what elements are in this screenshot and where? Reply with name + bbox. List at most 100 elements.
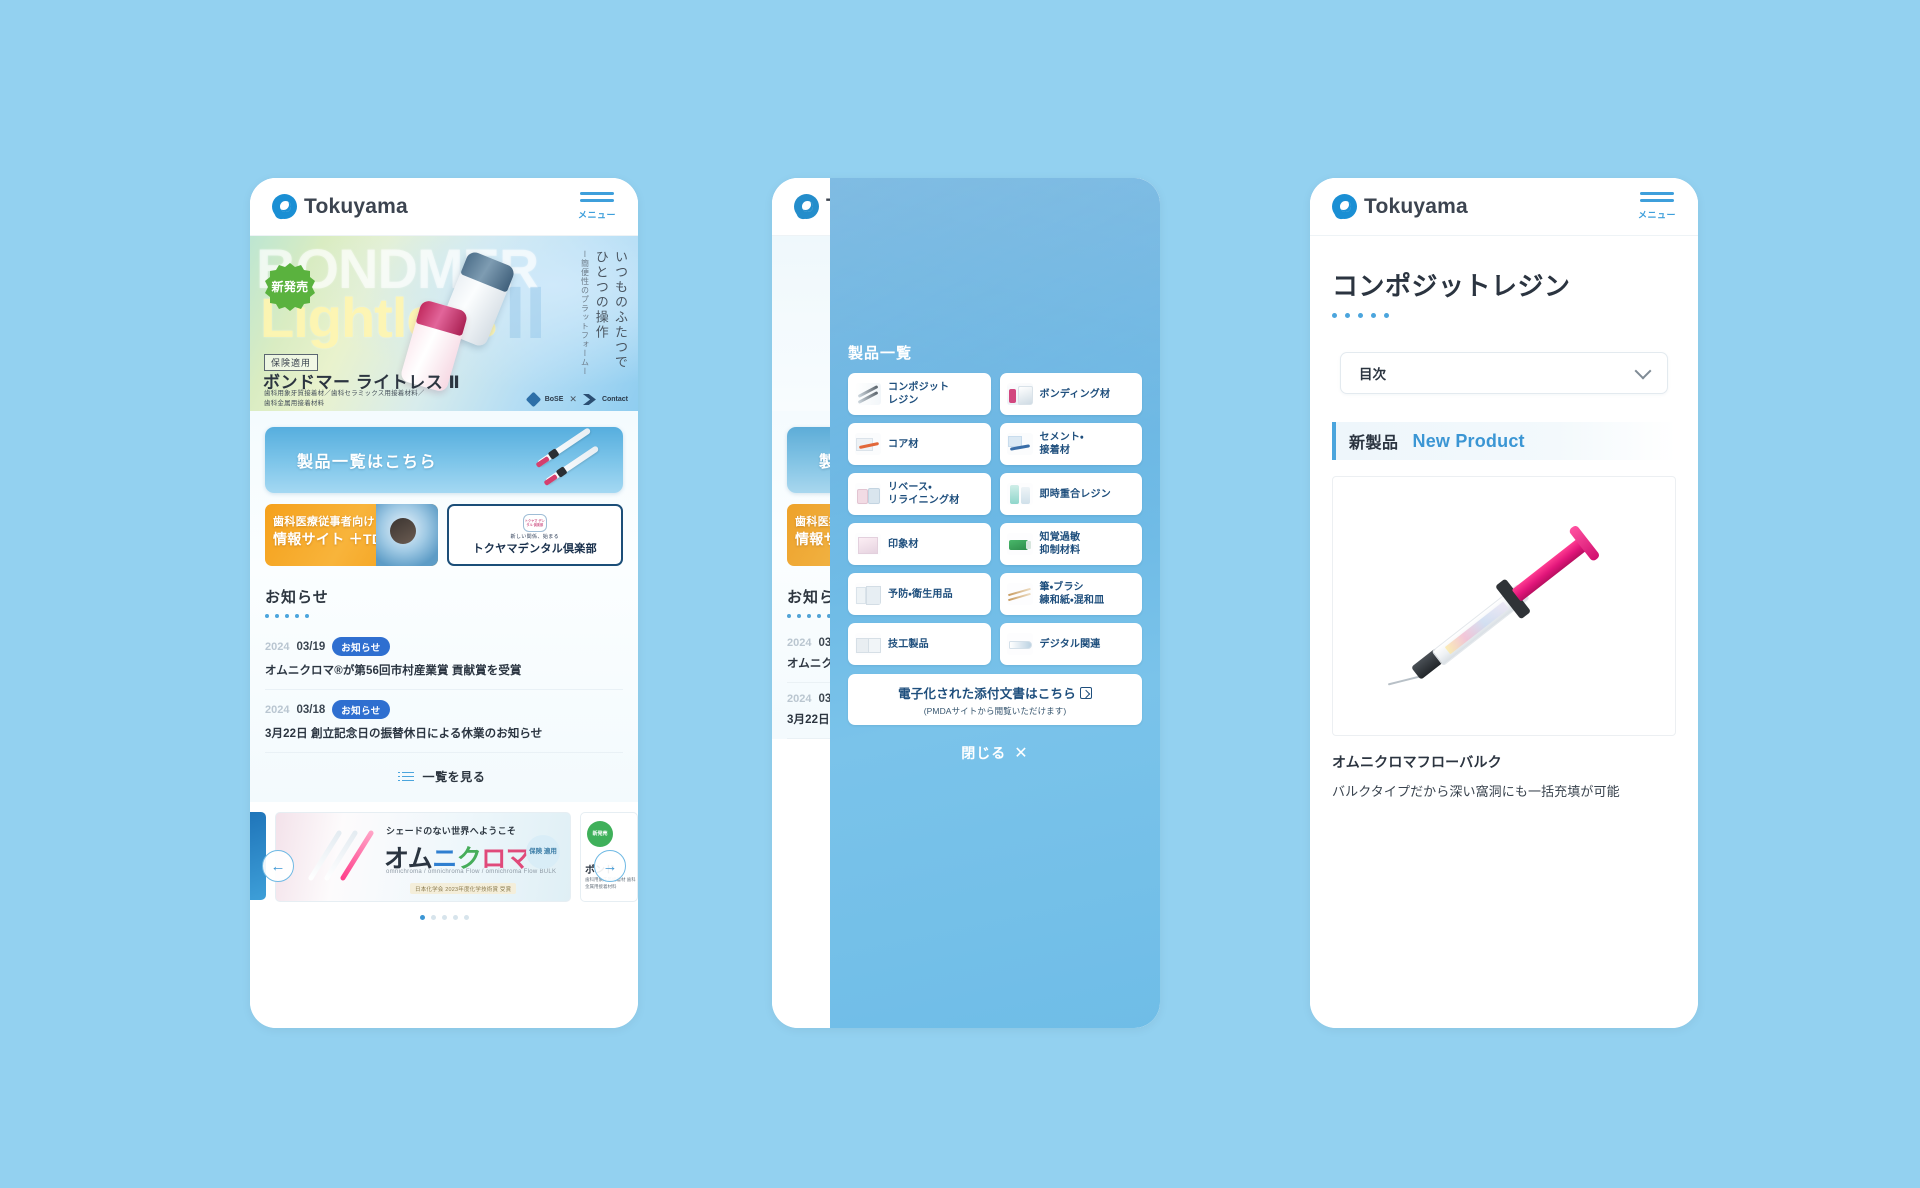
pmda-document-button[interactable]: 電子化された添付文書はこちら (PMDAサイトから閲覧いただけます)	[848, 674, 1142, 725]
carousel-pagination-dots[interactable]	[250, 915, 638, 920]
category-composite-resin[interactable]: コンポジット レジン	[848, 373, 991, 415]
desensitizer-icon	[1006, 533, 1033, 555]
category-label-line1: 知覚過敏	[1039, 532, 1081, 543]
category-label-line2: リライニング材	[888, 495, 960, 506]
hero-vertical-line1: いつものふたつで	[613, 250, 628, 370]
pmda-main-label: 電子化された添付文書はこちら	[898, 687, 1076, 701]
syringe-pink-product-image	[1387, 518, 1608, 694]
tokuyama-logo[interactable]: Tokuyama	[1332, 194, 1468, 219]
brush-mixing-pad-icon	[1006, 583, 1033, 605]
category-label-line1: コンポジット	[888, 382, 950, 393]
hero-banner[interactable]: BONDMER Lightless II 新発売 ー簡便性のプラットフォームー …	[250, 236, 638, 411]
news-date: 03/19	[296, 640, 326, 653]
news-section: お知らせ 2024 03/19 お知らせ オムニクロマ®が第56回市村産業賞 貢…	[265, 586, 623, 802]
promo-dental-club-banner[interactable]: トクヤマ デンタル 倶楽部 新しい関係、始まる トクヤマデンタル倶楽部	[446, 504, 623, 566]
core-material-icon	[855, 433, 881, 455]
composite-resin-icon	[855, 383, 881, 405]
promo-td-site-banner[interactable]: 歯科医療従事者向け 情報サイト ＋TD	[265, 504, 438, 566]
category-desensitizer[interactable]: 知覚過敏 抑制材料	[999, 523, 1142, 565]
category-label: ボンディング材	[1039, 388, 1111, 400]
news-heading-dots	[265, 614, 623, 618]
logo-text: Tokuyama	[1364, 194, 1468, 218]
toc-label: 目次	[1359, 367, 1386, 382]
hero-product-subtitle: 歯科用象牙質接着材／歯科セラミックス用接着材料／ 歯科金属用接着材料	[264, 389, 425, 408]
carousel-next-arrow-button[interactable]: →	[594, 850, 626, 882]
category-label-line1: リベース・	[888, 482, 932, 493]
product-page-content: コンポジットレジン 目次 新製品 New Product オムニクロマフローバル…	[1310, 236, 1698, 803]
pmda-sub-label: (PMDAサイトから閲覧いただけます)	[923, 706, 1067, 716]
tokuyama-logo[interactable]: Tokuyama	[272, 194, 408, 219]
hamburger-icon	[579, 192, 614, 206]
digital-related-icon	[1006, 633, 1033, 655]
promo-row: 歯科医療従事者向け 情報サイト ＋TD トクヤマ デンタル 倶楽部 新しい関係、…	[265, 504, 623, 566]
menu-label: メニュー	[577, 210, 616, 220]
list-icon	[398, 771, 415, 782]
carousel-prev-arrow-button[interactable]: ←	[262, 850, 294, 882]
contactcure-logo-icon	[582, 394, 596, 405]
site-header: Tokuyama メニュー	[1310, 178, 1698, 236]
category-label-line2: 練和紙・混和皿	[1039, 595, 1105, 606]
table-of-contents-dropdown[interactable]: 目次	[1340, 352, 1668, 394]
category-label: 知覚過敏 抑制材料	[1040, 531, 1081, 557]
bonding-agent-icon	[1006, 383, 1033, 405]
news-heading: お知らせ	[265, 589, 329, 606]
news-year: 2024	[787, 637, 812, 649]
bose-logo-text: BoSE	[544, 396, 564, 403]
syringe-needle	[1387, 675, 1420, 686]
chevron-down-icon	[1634, 362, 1652, 380]
category-lab-products[interactable]: 技工製品	[848, 623, 991, 665]
category-rebase-reline[interactable]: リベース・ リライニング材	[848, 473, 991, 515]
menu-label: メニュー	[1637, 210, 1676, 220]
carousel-slide-prev[interactable]: kuyama	[250, 812, 266, 900]
category-self-cure-resin[interactable]: 即時重合レジン	[999, 473, 1142, 515]
hamburger-menu-button[interactable]: メニュー	[1638, 192, 1676, 221]
category-label: 技工製品	[888, 638, 929, 650]
category-impression-material[interactable]: 印象材	[848, 523, 991, 565]
arrow-right-icon: →	[602, 857, 618, 875]
prevention-hygiene-icon	[855, 583, 881, 605]
news-tag-badge: お知らせ	[332, 637, 390, 656]
product-name: オムニクロマフローバルク	[1332, 754, 1502, 770]
carousel-next-badge: 新発売	[587, 821, 613, 847]
category-core-material[interactable]: コア材	[848, 423, 991, 465]
logo-text: Tokuyama	[304, 194, 408, 218]
hamburger-menu-button[interactable]: メニュー	[578, 192, 616, 221]
category-prevention-hygiene[interactable]: 予防・衛生用品	[848, 573, 991, 615]
overlay-title: 製品一覧	[848, 345, 913, 362]
phone-mockup-product-page: Tokuyama メニュー コンポジットレジン 目次 新製品 New Produ…	[1310, 178, 1698, 1028]
product-list-cta-label: 製品一覧はこちら	[297, 454, 438, 471]
category-label: セメント・ 接着材	[1040, 431, 1084, 457]
category-cement-adhesive[interactable]: セメント・ 接着材	[999, 423, 1142, 465]
hero-vertical-copy: ー簡便性のプラットフォームー ひとつの操作 いつものふたつで	[580, 250, 629, 376]
product-list-cta-banner[interactable]: 製品一覧はこちら	[265, 427, 623, 493]
syringes-icon	[525, 427, 607, 486]
category-digital-related[interactable]: デジタル関連	[999, 623, 1142, 665]
phone-mockup-menu-overlay: Tokuyama メニュー 健康で の Tokuyama	[772, 178, 1160, 1028]
category-label: 即時重合レジン	[1039, 488, 1111, 500]
external-link-icon	[1079, 687, 1092, 699]
category-label-line2: 抑制材料	[1039, 545, 1081, 556]
impression-material-icon	[855, 533, 881, 555]
lab-products-icon	[855, 633, 881, 655]
view-all-label: 一覧を見る	[422, 770, 486, 784]
tokuyama-logo-mark-icon	[794, 194, 819, 219]
contactcure-logo-text: Contact	[601, 396, 628, 403]
promo-td-line2: 情報サイト ＋TD	[273, 530, 383, 547]
carousel-slide-active[interactable]: シェードのない世界へようこそ オムニクロマ omnichroma / omnic…	[275, 812, 571, 902]
news-tag-badge: お知らせ	[332, 700, 390, 719]
overlay-close-button[interactable]: 閉じる ✕	[848, 743, 1142, 763]
news-item[interactable]: 2024 03/19 お知らせ オムニクロマ®が第56回市村産業賞 貢献賞を受賞	[265, 627, 623, 690]
phone2-screen: Tokuyama メニュー 健康で の Tokuyama	[772, 178, 1160, 1028]
rebase-reline-icon	[855, 483, 881, 505]
dental-club-seal-text: トクヤマ デンタル 倶楽部	[524, 519, 545, 527]
dental-club-seal-icon: トクヤマ デンタル 倶楽部	[522, 514, 547, 532]
bottom-carousel: kuyama シェードのない世界へようこそ オムニクロマ omnichroma …	[250, 806, 638, 926]
hero-vertical-line2: ひとつの操作	[593, 250, 609, 340]
view-all-news-link[interactable]: 一覧を見る	[265, 753, 623, 802]
category-label-line2: 接着材	[1039, 445, 1071, 456]
category-bonding-agent[interactable]: ボンディング材	[999, 373, 1142, 415]
news-item[interactable]: 2024 03/18 お知らせ 3月22日 創立記念日の振替休日による休業のお知…	[265, 690, 623, 753]
carousel-insurance-badge: 保険 適用	[526, 835, 560, 869]
product-image-card[interactable]	[1332, 476, 1676, 736]
category-brush-mixing-pad[interactable]: 筆・ブラシ 練和紙・混和皿	[999, 573, 1142, 615]
